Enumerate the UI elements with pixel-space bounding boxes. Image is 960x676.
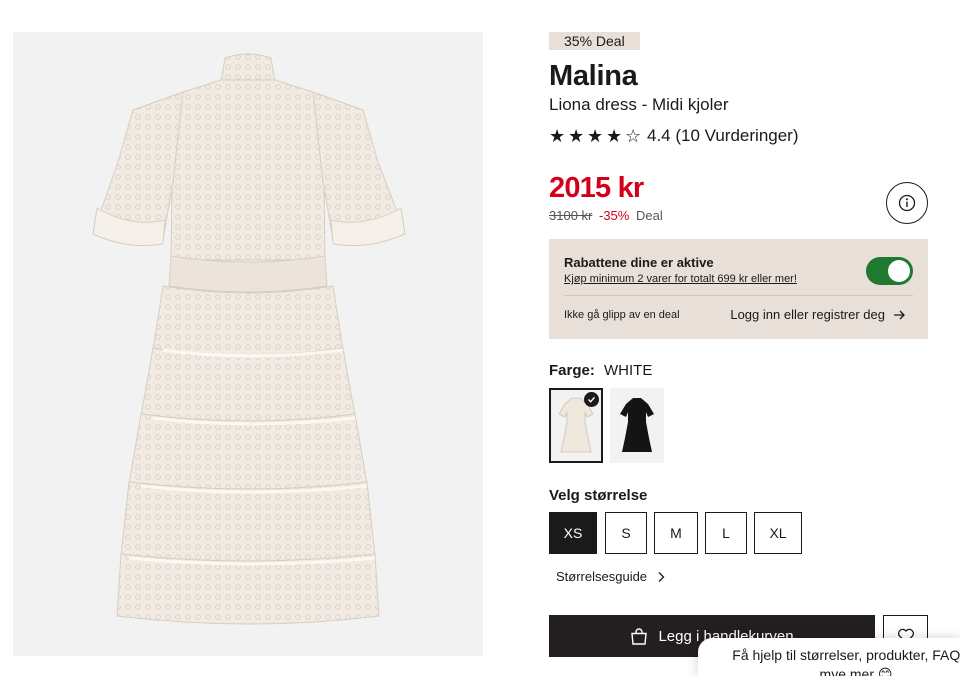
discount-panel: Rabattene dine er aktive Kjøp minimum 2 …	[549, 239, 928, 339]
deal-reminder: Ikke gå glipp av en deal	[564, 309, 680, 321]
size-label: Velg størrelse	[549, 487, 648, 504]
info-icon	[898, 194, 916, 212]
chevron-right-icon	[658, 571, 665, 582]
toggle-knob	[888, 260, 910, 282]
divider	[564, 295, 913, 296]
color-label: Farge:	[549, 362, 595, 379]
product-image[interactable]	[13, 32, 483, 656]
discount-toggle[interactable]	[866, 257, 913, 285]
size-option-s[interactable]: S	[605, 512, 647, 554]
shopping-bag-icon	[631, 627, 648, 645]
size-option-l[interactable]: L	[705, 512, 747, 554]
price: 2015 kr	[549, 172, 644, 204]
deal-label: Deal	[635, 208, 663, 223]
black-dress-thumbnail	[620, 398, 654, 452]
product-subtitle: Liona dress - Midi kjoler	[549, 95, 729, 114]
size-option-xs[interactable]: XS	[549, 512, 597, 554]
deal-badge: 35% Deal	[549, 32, 640, 50]
brand-name[interactable]: Malina	[549, 60, 638, 93]
price-info-button[interactable]	[886, 182, 928, 224]
size-option-m[interactable]: M	[654, 512, 698, 554]
color-row: Farge: WHITE	[549, 362, 652, 379]
size-guide-label: Størrelsesguide	[556, 569, 648, 584]
color-swatch-white[interactable]	[549, 388, 603, 463]
star-icon: ★	[606, 126, 623, 146]
rating-text: 4.4 (10 Vurderinger)	[647, 126, 799, 145]
arrow-right-icon	[894, 310, 905, 319]
star-outline-icon: ☆	[625, 126, 642, 146]
dress-illustration	[92, 53, 406, 625]
size-guide-link[interactable]: Størrelsesguide	[556, 569, 665, 584]
discount-terms-link[interactable]: Kjøp minimum 2 varer for totalt 699 kr e…	[564, 273, 797, 285]
login-register-link[interactable]: Logg inn eller registrer deg	[730, 307, 906, 322]
star-icon: ★	[549, 126, 566, 146]
old-price: 3100 kr	[549, 208, 593, 223]
chat-popup-text: Få hjelp til størrelser, produkter, FAQ …	[732, 647, 960, 676]
discount-percent: -35%	[599, 208, 630, 223]
price-details: 3100 kr -35% Deal	[549, 208, 663, 223]
rating[interactable]: ★ ★ ★ ★ ☆ 4.4 (10 Vurderinger)	[549, 126, 799, 146]
size-option-xl[interactable]: XL	[754, 512, 802, 554]
star-icon: ★	[568, 126, 585, 146]
login-register-label: Logg inn eller registrer deg	[730, 307, 885, 322]
color-swatch-black[interactable]	[610, 388, 664, 463]
star-icon: ★	[587, 126, 604, 146]
discount-title: Rabattene dine er aktive	[564, 255, 714, 270]
chat-popup[interactable]: Få hjelp til størrelser, produkter, FAQ …	[698, 638, 960, 676]
checkmark-icon	[584, 392, 599, 407]
color-value: WHITE	[604, 362, 653, 379]
